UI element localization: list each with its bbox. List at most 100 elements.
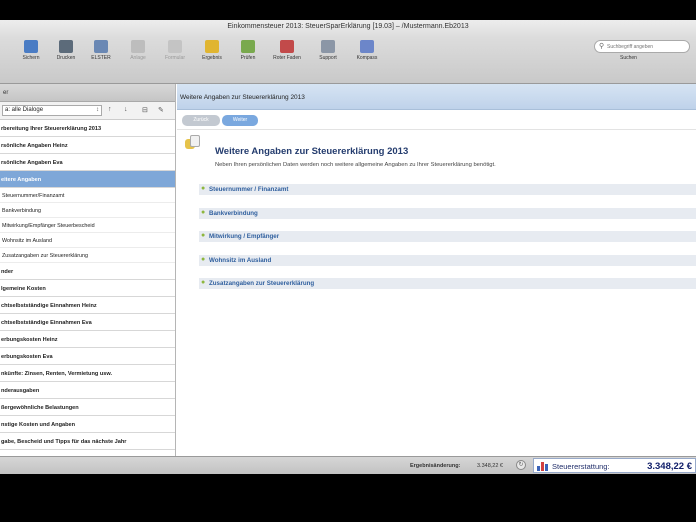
sidebar: er a: alle Dialoge ↕ ↑ ↓ ⊟ ✎ rbereitung …: [0, 84, 176, 456]
sidebar-subitem[interactable]: Wohnsitz im Ausland: [0, 233, 175, 248]
toolbar-button-8[interactable]: Support: [311, 40, 345, 70]
toolbar-button-1[interactable]: Drucken: [49, 40, 83, 70]
chevron-updown-icon: ↕: [96, 107, 99, 113]
search-icon: ⚲: [599, 43, 605, 50]
section-label: Bankverbindung: [209, 209, 258, 217]
red-thread-icon: [280, 40, 294, 53]
toolbar-button-label: Support: [319, 55, 337, 61]
toolbar-button-label: ELSTER: [91, 55, 111, 61]
next-button[interactable]: Weiter: [222, 115, 258, 126]
sidebar-item[interactable]: erbungskosten Eva: [0, 348, 175, 365]
sidebar-item[interactable]: rsönliche Angaben Heinz: [0, 137, 175, 154]
bullet-icon: ●: [201, 208, 206, 216]
toolbar-button-9[interactable]: Kompass: [350, 40, 384, 70]
refresh-icon[interactable]: ↻: [516, 460, 526, 470]
toolbar-button-5[interactable]: Ergebnis: [195, 40, 229, 70]
toolbar-button-label: Anlage: [130, 55, 146, 61]
section-link[interactable]: ● Zusatzangaben zur Steuererklärung: [199, 278, 696, 289]
section-label: Steuernummer / Finanzamt: [209, 186, 289, 193]
attachment-icon: [131, 40, 145, 53]
toolbar: Sichern Drucken ELSTER Anlage Formular Ergebn…: [0, 38, 696, 84]
toolbar-button-label: Sichern: [22, 55, 40, 61]
sidebar-item[interactable]: rsönliche Angaben Eva: [0, 154, 175, 171]
sidebar-header: er: [0, 84, 175, 102]
bottom-black-border: [0, 474, 696, 522]
arrow-up-icon[interactable]: ↑: [108, 106, 112, 113]
back-button[interactable]: Zurück: [182, 115, 220, 126]
refund-display: Steuererstattung: 3.348,22 €: [533, 458, 696, 473]
save-icon: [24, 40, 38, 53]
sidebar-item[interactable]: ßergewöhnliche Belastungen: [0, 399, 175, 416]
sidebar-item[interactable]: nkünfte: Zinsen, Renten, Vermietung usw.: [0, 365, 175, 382]
toolbar-button-2[interactable]: ELSTER: [84, 40, 118, 70]
section-label: Zusatzangaben zur Steuererklärung: [209, 280, 315, 287]
sidebar-item[interactable]: rbereitung Ihrer Steuererklärung 2013: [0, 120, 175, 137]
compass-icon: [360, 40, 374, 53]
status-bar: Ergebnisänderung: 3.348,22 € ↻ Steuerers…: [0, 456, 696, 474]
dialog-filter-value: a: alle Dialoge: [5, 107, 44, 113]
toolbar-button-4[interactable]: Formular: [158, 40, 192, 70]
check-icon: [241, 40, 255, 53]
sidebar-item[interactable]: gabe, Bescheid und Tipps für das nächste…: [0, 433, 175, 450]
sidebar-item[interactable]: nderausgaben: [0, 382, 175, 399]
section-link[interactable]: ● Bankverbindung: [199, 207, 696, 219]
sidebar-item[interactable]: nstige Kosten und Angaben: [0, 416, 175, 433]
bullet-icon: ●: [201, 232, 206, 239]
search-input[interactable]: [607, 42, 687, 52]
result-change-label: Ergebnisänderung:: [410, 463, 461, 469]
result-icon: [205, 40, 219, 53]
collapse-icon[interactable]: ⊟: [142, 106, 148, 114]
toolbar-button-label: Ergebnis: [202, 55, 222, 61]
pencil-icon[interactable]: ✎: [158, 106, 164, 114]
arrow-down-icon[interactable]: ↓: [124, 106, 128, 113]
magnifier-icon: [168, 40, 182, 53]
dialog-list: rbereitung Ihrer Steuererklärung 2013 rsö…: [0, 120, 175, 450]
page-description: Neben Ihren persönlichen Daten werden no…: [215, 162, 496, 168]
sidebar-filter-bar: a: alle Dialoge ↕ ↑ ↓ ⊟ ✎: [0, 102, 175, 120]
toolbar-button-0[interactable]: Sichern: [14, 40, 48, 70]
search-label: Suchen: [620, 55, 637, 61]
toolbar-button-3[interactable]: Anlage: [121, 40, 155, 70]
refund-label: Steuererstattung:: [552, 462, 610, 471]
sidebar-item[interactable]: eitere Angaben: [0, 171, 175, 188]
documents-icon: [185, 135, 200, 149]
printer-icon: [59, 40, 73, 53]
sidebar-item[interactable]: chtselbstständige Einnahmen Heinz: [0, 297, 175, 314]
toolbar-button-label: Kompass: [356, 55, 378, 61]
toolbar-button-6[interactable]: Prüfen: [231, 40, 265, 70]
sidebar-item[interactable]: lgemeine Kosten: [0, 280, 175, 297]
sidebar-item[interactable]: erbungskosten Heinz: [0, 331, 175, 348]
section-label: Wohnsitz im Ausland: [209, 256, 272, 264]
refund-value: 3.348,22 €: [647, 461, 692, 472]
app-window: Einkommensteuer 2013: SteuerSparErklärun…: [0, 20, 696, 474]
content-header: Weitere Angaben zur Steuererklärung 2013: [177, 84, 696, 110]
toolbar-button-label: Prüfen: [240, 55, 256, 61]
result-change-value: 3.348,22 €: [477, 463, 503, 469]
support-icon: [321, 40, 335, 53]
bar-chart-icon: [537, 461, 548, 471]
search-field[interactable]: ⚲: [594, 40, 690, 53]
page-title: Weitere Angaben zur Steuererklärung 2013: [215, 146, 409, 157]
bullet-icon: ●: [201, 279, 206, 286]
toolbar-button-label: Roter Faden: [273, 55, 301, 61]
toolbar-button-label: Formular: [164, 55, 185, 61]
elster-send-icon: [94, 40, 108, 53]
title-bar: Einkommensteuer 2013: SteuerSparErklärun…: [0, 20, 696, 38]
toolbar-button-7[interactable]: Roter Faden: [270, 40, 304, 70]
dialog-filter-select[interactable]: a: alle Dialoge ↕: [2, 105, 102, 116]
divider: [177, 129, 696, 130]
section-link[interactable]: ● Mitwirkung / Empfänger: [199, 231, 696, 242]
sidebar-subitem[interactable]: Bankverbindung: [0, 203, 175, 218]
sidebar-subitem[interactable]: Mitwirkung/Empfänger Steuerbescheid: [0, 218, 175, 233]
bullet-icon: ●: [201, 255, 206, 263]
section-link[interactable]: ● Wohnsitz im Ausland: [199, 254, 696, 266]
section-label: Mitwirkung / Empfänger: [209, 233, 280, 240]
bullet-icon: ●: [201, 185, 206, 192]
section-link[interactable]: ● Steuernummer / Finanzamt: [199, 184, 696, 195]
sidebar-item[interactable]: chtselbstständige Einnahmen Eva: [0, 314, 175, 331]
toolbar-button-label: Drucken: [56, 55, 76, 61]
sidebar-subitem[interactable]: Zusatzangaben zur Steuererklärung: [0, 248, 175, 263]
sidebar-subitem[interactable]: Steuernummer/Finanzamt: [0, 188, 175, 203]
top-black-border: [0, 0, 696, 20]
sidebar-item[interactable]: nder: [0, 263, 175, 280]
